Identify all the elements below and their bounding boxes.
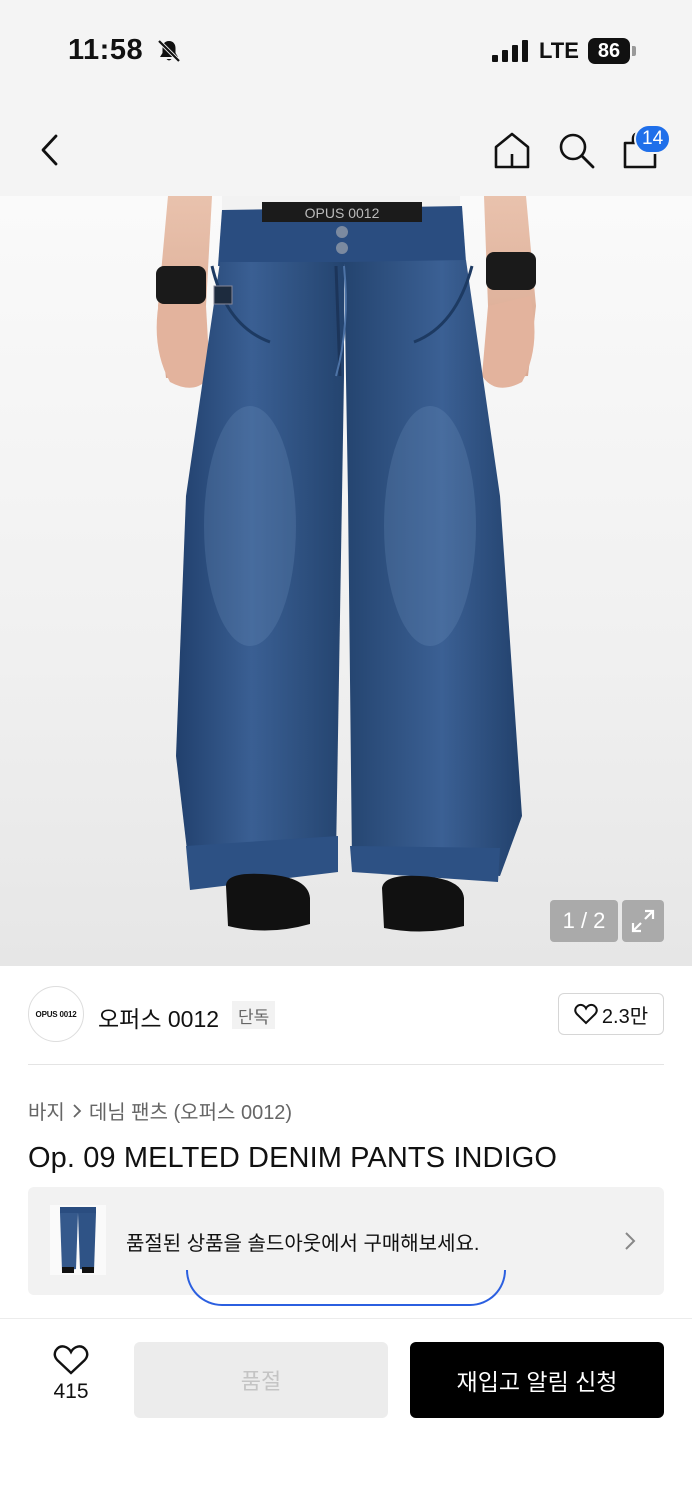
- battery-icon: 86: [588, 38, 630, 64]
- wishlist-button[interactable]: 415: [40, 1344, 102, 1414]
- status-bar: 11:58 LTE 86: [0, 0, 692, 100]
- back-button[interactable]: [30, 130, 70, 170]
- brand-like-count: 2.3만: [601, 1005, 649, 1028]
- breadcrumb-subcategory[interactable]: 데님 팬츠 (오퍼스 0012): [89, 1096, 292, 1125]
- battery-level: 86: [597, 39, 621, 62]
- chevron-right-icon: [73, 1103, 82, 1118]
- home-button[interactable]: [490, 128, 534, 172]
- soldout-button: 품절: [134, 1342, 388, 1418]
- bell-off-icon: [157, 39, 181, 63]
- search-icon: [559, 133, 595, 169]
- cart-count-badge: 14: [634, 124, 672, 154]
- brand-logo[interactable]: OPUS 0012: [28, 986, 84, 1042]
- waistband-text: OPUS 0012: [305, 205, 380, 221]
- brand-logo-text: OPUS 0012: [35, 1009, 77, 1019]
- soldout-banner-text: 품절된 상품을 솔드아웃에서 구매해보세요.: [126, 1233, 480, 1255]
- expand-icon: [631, 909, 655, 933]
- jeans-thumbnail-icon: [60, 1207, 96, 1273]
- breadcrumb: 바지 데님 팬츠 (오퍼스 0012): [28, 1096, 292, 1125]
- signal-icon: [492, 40, 528, 62]
- search-button[interactable]: [554, 128, 598, 172]
- network-type: LTE: [539, 38, 579, 63]
- battery-tip: [632, 46, 636, 56]
- image-counter: 1 / 2: [550, 900, 618, 942]
- banner-thumbnail: [50, 1205, 106, 1275]
- divider: [28, 1064, 664, 1065]
- product-image[interactable]: OPUS 0012: [0, 196, 692, 966]
- scroll-indicator: [186, 1270, 506, 1306]
- brand-name[interactable]: 오퍼스 0012: [98, 1000, 219, 1034]
- nav-bar: [0, 100, 692, 196]
- product-title: Op. 09 MELTED DENIM PANTS INDIGO: [28, 1142, 558, 1174]
- exclusive-badge: 단독: [232, 1001, 276, 1029]
- chevron-left-icon: [41, 134, 58, 166]
- home-icon: [494, 132, 530, 169]
- heart-icon: [574, 1003, 598, 1025]
- restock-alert-button[interactable]: 재입고 알림 신청: [410, 1342, 664, 1418]
- denim-pants-illustration: OPUS 0012: [156, 196, 536, 932]
- chevron-right-icon: [625, 1232, 636, 1250]
- status-time: 11:58: [68, 34, 144, 66]
- expand-image-button[interactable]: [622, 900, 664, 942]
- brand-like-button[interactable]: 2.3만: [558, 993, 664, 1035]
- wishlist-count: 415: [53, 1380, 89, 1403]
- heart-icon: [53, 1345, 89, 1375]
- breadcrumb-category[interactable]: 바지: [28, 1096, 65, 1125]
